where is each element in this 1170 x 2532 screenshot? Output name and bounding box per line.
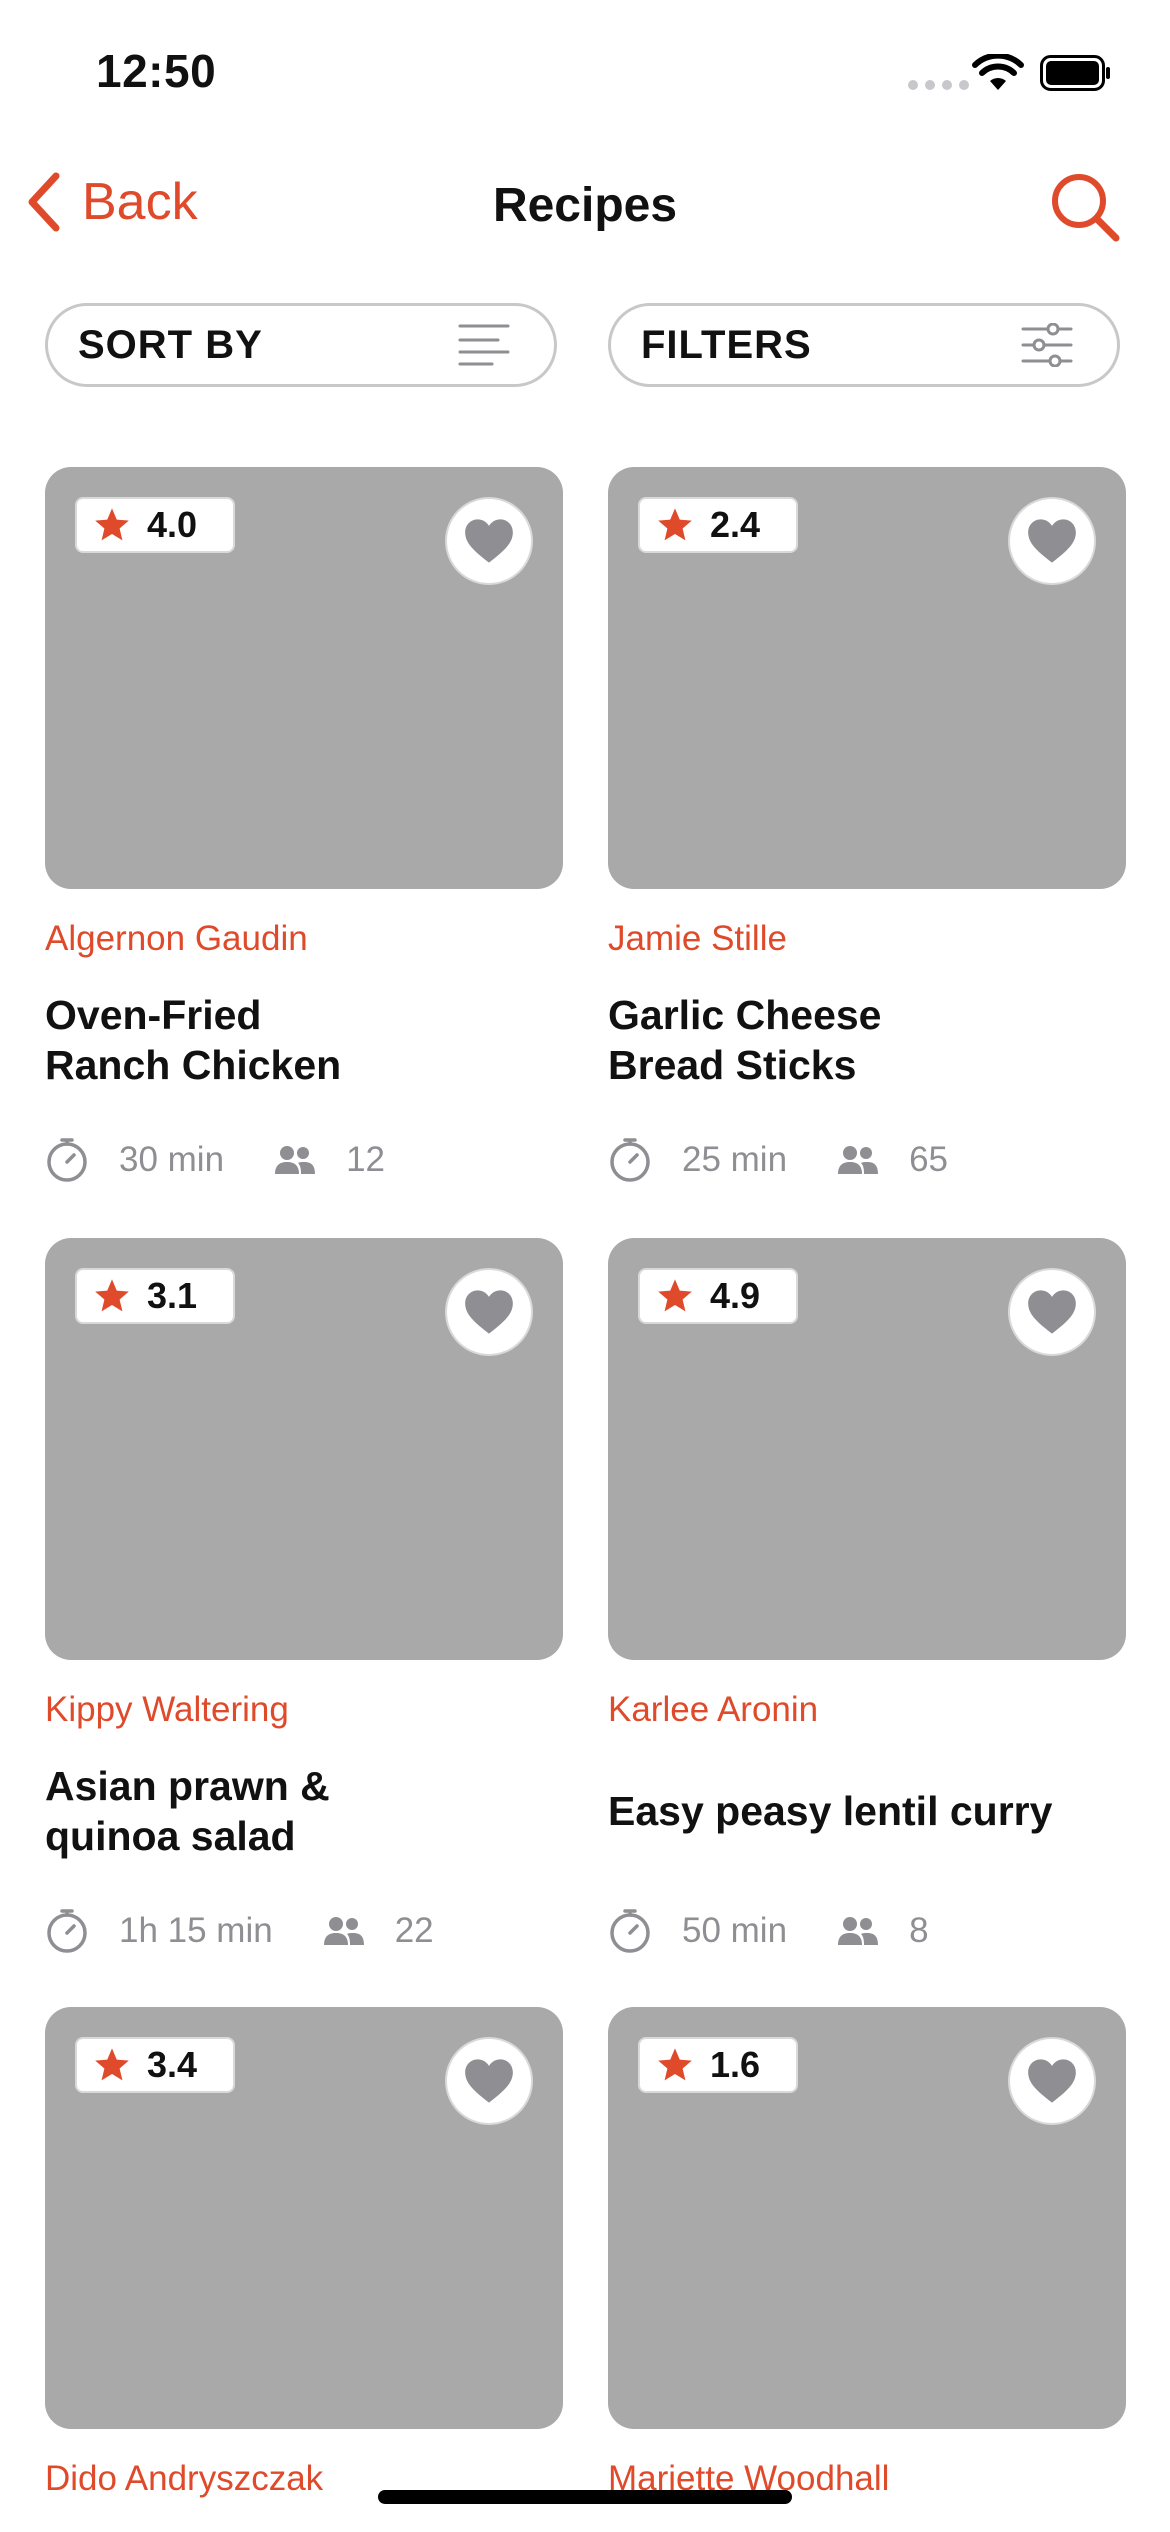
- heart-icon: [465, 519, 513, 563]
- wifi-icon: [972, 54, 1024, 90]
- rating-value: 3.1: [147, 1275, 198, 1316]
- servings: 12: [274, 1140, 385, 1180]
- servings: 65: [837, 1140, 948, 1180]
- recipe-title[interactable]: Oven-Fried Ranch Chicken: [45, 985, 563, 1095]
- recipe-meta: 30 min 12: [45, 1135, 385, 1185]
- cook-time: 1h 15 min: [119, 1911, 273, 1950]
- people-icon: [275, 1146, 316, 1174]
- servings-count: 8: [909, 1911, 929, 1950]
- recipe-card[interactable]: 2.4 Jamie Stille Garlic Cheese Bread Sti…: [608, 467, 1126, 1207]
- servings-count: 65: [909, 1140, 948, 1179]
- servings: 22: [323, 1911, 434, 1951]
- stopwatch-icon: [610, 1909, 650, 1953]
- stopwatch-icon: [47, 1909, 87, 1953]
- home-indicator[interactable]: [378, 2490, 792, 2504]
- favorite-button[interactable]: [1008, 1268, 1096, 1356]
- recipe-image[interactable]: 4.0: [45, 467, 563, 889]
- stopwatch-icon: [47, 1138, 87, 1182]
- filters-label: FILTERS: [641, 322, 812, 367]
- heart-icon: [465, 1290, 513, 1334]
- heart-icon: [465, 2059, 513, 2103]
- people-icon: [323, 1917, 364, 1945]
- battery-icon: [1040, 55, 1110, 91]
- cook-time: 50 min: [682, 1911, 788, 1950]
- recipe-meta: 50 min 8: [608, 1906, 929, 1956]
- favorite-button[interactable]: [1008, 2037, 1096, 2125]
- rating-badge: 2.4: [638, 497, 798, 553]
- recipe-image[interactable]: 4.9: [608, 1238, 1126, 1660]
- recipe-title[interactable]: Asian prawn & quinoa salad: [45, 1756, 563, 1866]
- star-icon: [658, 508, 692, 541]
- star-icon: [95, 508, 129, 541]
- recipe-author[interactable]: Jamie Stille: [608, 919, 787, 959]
- favorite-button[interactable]: [1008, 497, 1096, 585]
- rating-value: 3.4: [147, 2044, 198, 2085]
- recipe-author[interactable]: Karlee Aronin: [608, 1690, 818, 1730]
- recipe-title[interactable]: Easy peasy lentil curry: [608, 1756, 1126, 1866]
- cook-time: 25 min: [682, 1140, 788, 1179]
- recipe-image[interactable]: 3.4: [45, 2007, 563, 2429]
- stopwatch-icon: [610, 1138, 650, 1182]
- favorite-button[interactable]: [445, 497, 533, 585]
- status-time: 12:50: [96, 45, 217, 97]
- star-icon: [95, 1279, 129, 1312]
- favorite-button[interactable]: [445, 1268, 533, 1356]
- rating-badge: 3.4: [75, 2037, 235, 2093]
- recipe-card[interactable]: 3.4 Dido Andryszczak: [45, 2007, 563, 2532]
- sort-by-label: SORT BY: [78, 322, 263, 367]
- rating-value: 4.9: [710, 1275, 761, 1316]
- star-icon: [658, 2048, 692, 2081]
- recipe-card[interactable]: 3.1 Kippy Waltering Asian prawn & quinoa…: [45, 1238, 563, 1978]
- rating-badge: 3.1: [75, 1268, 235, 1324]
- rating-badge: 1.6: [638, 2037, 798, 2093]
- recipe-card[interactable]: 1.6 Mariette Woodhall: [608, 2007, 1126, 2532]
- cook-time: 30 min: [119, 1140, 225, 1179]
- sort-lines-icon: [458, 324, 510, 366]
- star-icon: [658, 1279, 692, 1312]
- recipe-title[interactable]: Garlic Cheese Bread Sticks: [608, 985, 1126, 1095]
- servings: 8: [837, 1911, 929, 1951]
- filters-button[interactable]: FILTERS: [608, 303, 1120, 387]
- servings-count: 12: [346, 1140, 385, 1179]
- sort-by-button[interactable]: SORT BY: [45, 303, 557, 387]
- recipe-meta: 1h 15 min 22: [45, 1906, 434, 1956]
- heart-icon: [1028, 1290, 1076, 1334]
- people-icon: [838, 1917, 879, 1945]
- rating-value: 4.0: [147, 504, 198, 545]
- recipe-image[interactable]: 2.4: [608, 467, 1126, 889]
- favorite-button[interactable]: [445, 2037, 533, 2125]
- people-icon: [838, 1146, 879, 1174]
- page-title: Recipes: [492, 179, 678, 232]
- search-icon[interactable]: [1050, 172, 1120, 242]
- recipe-image[interactable]: 1.6: [608, 2007, 1126, 2429]
- recipe-author[interactable]: Algernon Gaudin: [45, 919, 308, 959]
- recipe-author[interactable]: Kippy Waltering: [45, 1690, 289, 1730]
- rating-value: 1.6: [710, 2044, 761, 2085]
- recipe-card[interactable]: 4.0 Algernon Gaudin Oven-Fried Ranch Chi…: [45, 467, 563, 1207]
- rating-badge: 4.0: [75, 497, 235, 553]
- heart-icon: [1028, 2059, 1076, 2103]
- rating-value: 2.4: [710, 504, 761, 545]
- sliders-icon: [1021, 323, 1073, 367]
- rating-badge: 4.9: [638, 1268, 798, 1324]
- recipe-author[interactable]: Dido Andryszczak: [45, 2459, 323, 2499]
- recipe-image[interactable]: 3.1: [45, 1238, 563, 1660]
- recipe-meta: 25 min 65: [608, 1135, 948, 1185]
- star-icon: [95, 2048, 129, 2081]
- recipe-card[interactable]: 4.9 Karlee Aronin Easy peasy lentil curr…: [608, 1238, 1126, 1978]
- heart-icon: [1028, 519, 1076, 563]
- cellular-signal-icon: [908, 80, 969, 90]
- servings-count: 22: [394, 1911, 434, 1950]
